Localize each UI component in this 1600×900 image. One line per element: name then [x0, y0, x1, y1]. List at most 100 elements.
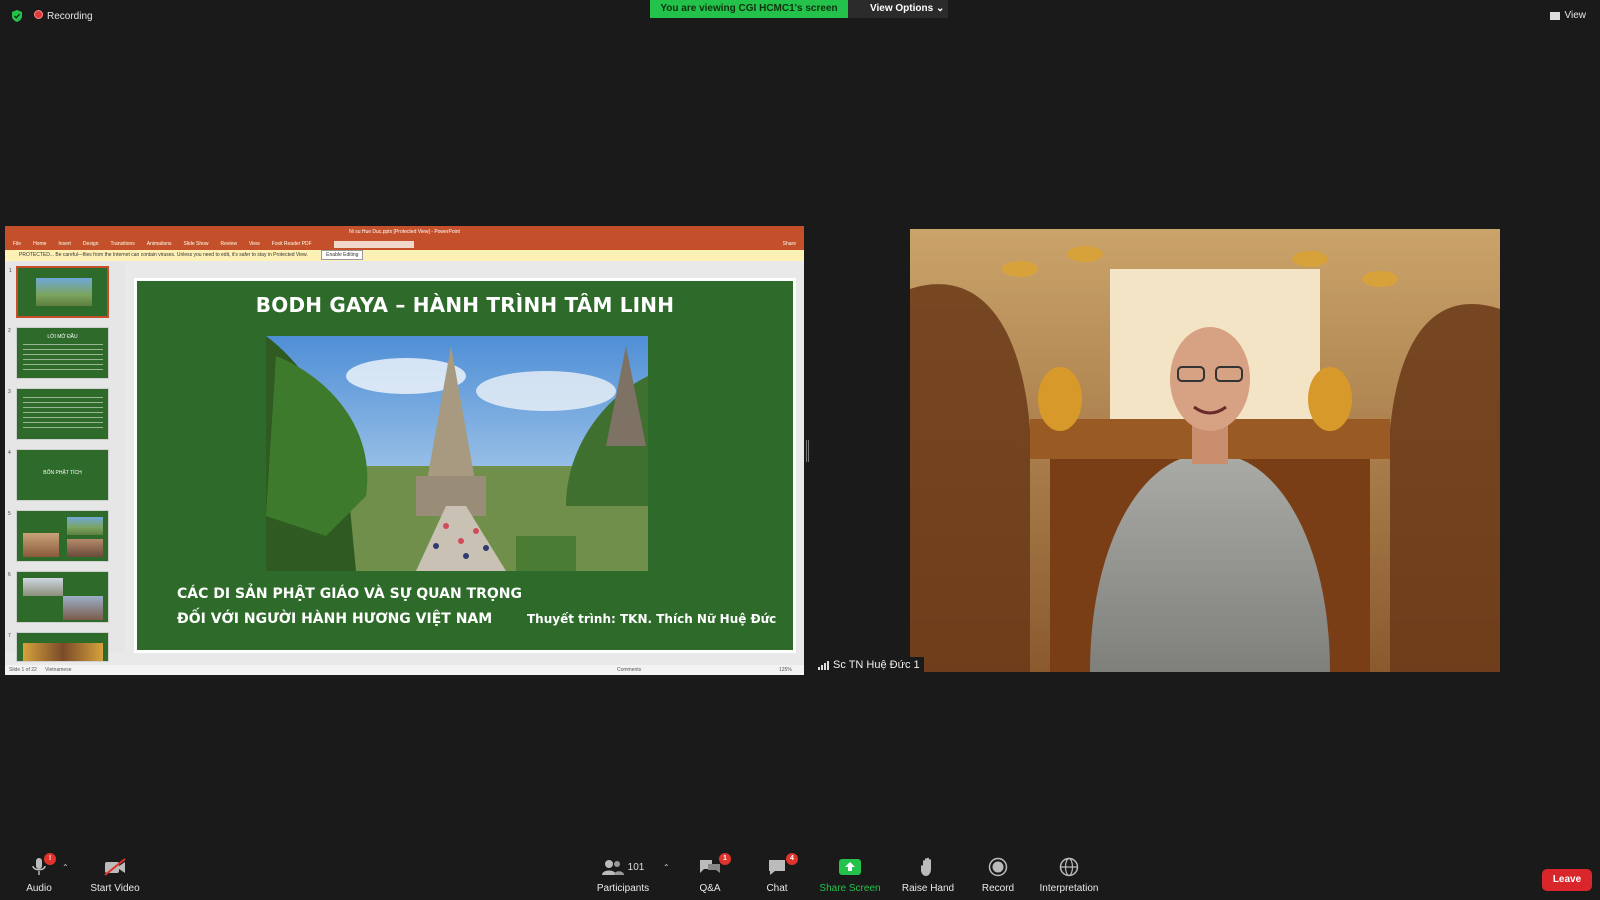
enable-editing-button[interactable]: Enable Editing — [321, 250, 364, 260]
participant-video[interactable] — [910, 229, 1500, 672]
participants-button[interactable]: 101 Participants — [588, 855, 658, 894]
thumb-lines — [23, 344, 103, 372]
ribbon-tab[interactable]: Design — [83, 241, 99, 247]
thumb-number: 6 — [8, 572, 11, 578]
recording-indicator[interactable]: Recording — [34, 10, 93, 22]
signal-strength-icon — [818, 660, 829, 670]
slide-thumbnails-pane: 1 2 LỜI MỞ ĐẦU 3 4 BỐN PHẬT TÍCH 5 6 7 — [5, 262, 125, 662]
temple-photo — [266, 336, 648, 571]
slide-thumbnail[interactable]: 6 — [8, 571, 109, 623]
mahabodhi-temple-image — [266, 336, 648, 571]
record-button[interactable]: Record — [963, 855, 1033, 894]
participant-name-tag: Sc TN Huệ Đức 1 — [814, 657, 924, 673]
start-video-button[interactable]: Start Video — [80, 855, 150, 894]
view-button[interactable]: View — [1549, 10, 1587, 21]
video-off-icon — [104, 858, 126, 876]
security-shield-icon[interactable] — [10, 9, 24, 23]
audio-button[interactable]: ! Audio — [4, 853, 74, 894]
speaker-video-frame — [910, 229, 1500, 672]
current-slide[interactable]: BODH GAYA – HÀNH TRÌNH TÂM LINH CÁC DI S… — [134, 278, 796, 653]
thumb-text: LỜI MỞ ĐẦU — [47, 334, 78, 340]
ppt-ribbon: File Home Insert Design Transitions Anim… — [5, 238, 804, 250]
participants-icon — [601, 860, 624, 875]
protected-message: PROTECTED... Be careful—files from the I… — [19, 252, 308, 258]
qa-badge: 1 — [719, 853, 731, 865]
view-label: View — [1564, 10, 1587, 21]
thumb-photo — [23, 578, 63, 596]
recording-dot-icon — [34, 10, 43, 19]
grid-view-icon — [1549, 11, 1560, 20]
slide-subtitle-line1: CÁC DI SẢN PHẬT GIÁO VÀ SỰ QUAN TRỌNG — [177, 586, 522, 602]
meeting-toolbar: ! Audio ⌃ Start Video 101 Participants ⌃ — [0, 853, 1600, 900]
ribbon-tab[interactable]: Transitions — [111, 241, 135, 247]
thumb-photo — [67, 517, 103, 535]
ribbon-tab[interactable]: Animations — [147, 241, 172, 247]
view-options-button[interactable]: View Options ⌄ — [848, 0, 948, 18]
record-label: Record — [981, 883, 1015, 894]
ppt-status-bar: Slide 1 of 22 Vietnamese Comments 125% — [5, 665, 804, 675]
thumb-photo — [36, 278, 92, 306]
thumb-photo — [67, 539, 103, 557]
start-video-label: Start Video — [90, 883, 140, 894]
thumb-photo — [63, 596, 103, 620]
slide-thumbnail[interactable]: 3 — [8, 388, 109, 440]
ribbon-tab[interactable]: View — [249, 241, 260, 247]
participants-label: Participants — [596, 883, 650, 894]
raise-hand-label: Raise Hand — [901, 883, 955, 894]
participant-name: Sc TN Huệ Đức 1 — [833, 659, 920, 671]
ribbon-search-box[interactable] — [333, 240, 414, 248]
protected-view-bar: PROTECTED... Be careful—files from the I… — [5, 250, 804, 261]
interpretation-button[interactable]: Interpretation — [1033, 855, 1105, 894]
raise-hand-button[interactable]: Raise Hand — [893, 855, 963, 894]
ribbon-tab[interactable]: Slide Show — [184, 241, 209, 247]
thumb-number: 7 — [8, 633, 11, 639]
thumb-number: 4 — [8, 450, 11, 456]
chat-badge: 4 — [786, 853, 798, 865]
chat-button[interactable]: 4 Chat — [742, 853, 812, 894]
ribbon-tab[interactable]: Review — [221, 241, 237, 247]
slide-thumbnail[interactable]: 4 BỐN PHẬT TÍCH — [8, 449, 109, 501]
slide-title: BODH GAYA – HÀNH TRÌNH TÂM LINH — [255, 293, 675, 317]
thumb-text: BỐN PHẬT TÍCH — [43, 470, 82, 476]
comments-button[interactable]: Comments — [617, 665, 641, 675]
share-screen-icon — [839, 859, 861, 875]
qa-label: Q&A — [699, 883, 721, 894]
leave-button[interactable]: Leave — [1542, 869, 1592, 891]
thumb-number: 3 — [8, 389, 11, 395]
slide-thumbnail[interactable]: 1 — [9, 266, 109, 318]
chat-label: Chat — [766, 883, 788, 894]
ppt-share-button[interactable]: Share — [783, 241, 796, 247]
recording-label: Recording — [47, 11, 93, 22]
slide-count: Slide 1 of 22 — [9, 667, 37, 673]
zoom-level[interactable]: 125% — [779, 665, 792, 675]
language-status: Vietnamese — [45, 667, 72, 673]
audio-warning-badge: ! — [44, 853, 56, 865]
qa-button[interactable]: 1 Q&A — [675, 853, 745, 894]
chat-icon — [769, 860, 785, 875]
slide-thumbnail[interactable]: 2 LỜI MỞ ĐẦU — [8, 327, 109, 379]
ribbon-tab[interactable]: Foxit Reader PDF — [272, 241, 312, 247]
slide-thumbnail[interactable]: 7 — [8, 632, 109, 662]
participants-options-chevron-icon[interactable]: ⌃ — [663, 863, 670, 872]
ribbon-tab[interactable]: Home — [33, 241, 46, 247]
viewing-screen-banner: You are viewing CGI HCMC1's screen — [650, 0, 848, 18]
top-left-status: Recording — [10, 9, 93, 23]
split-view-divider[interactable] — [806, 440, 809, 462]
ppt-title-bar: Ni su Hue Duc.pptx [Protected View] - Po… — [5, 226, 804, 238]
raise-hand-icon — [921, 857, 931, 876]
globe-icon — [1059, 857, 1079, 877]
shared-screen[interactable]: Ni su Hue Duc.pptx [Protected View] - Po… — [5, 226, 804, 675]
record-icon — [988, 857, 1008, 877]
slide-author: Thuyết trình: TKN. Thích Nữ Huệ Đức — [527, 612, 777, 626]
slide-thumbnail[interactable]: 5 — [8, 510, 109, 562]
thumb-photo — [23, 643, 103, 661]
ribbon-tab[interactable]: Insert — [58, 241, 71, 247]
thumb-number: 2 — [8, 328, 11, 334]
ribbon-tab[interactable]: File — [13, 241, 21, 247]
thumb-number: 1 — [9, 268, 12, 274]
share-screen-button[interactable]: Share Screen — [815, 855, 885, 894]
share-screen-label: Share Screen — [819, 883, 881, 894]
slide-subtitle-line2: ĐỐI VỚI NGƯỜI HÀNH HƯƠNG VIỆT NAM — [177, 611, 493, 627]
audio-options-chevron-icon[interactable]: ⌃ — [62, 863, 69, 872]
participants-count: 101 — [627, 861, 645, 873]
